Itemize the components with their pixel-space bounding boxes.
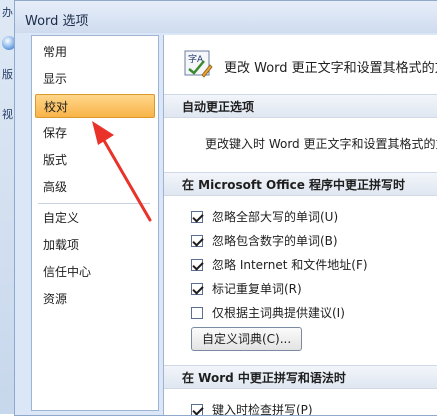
nav-item-trust-center[interactable]: 信任中心	[35, 260, 155, 284]
option-label: 键入时检查拼写(P)	[212, 403, 313, 415]
nav-item-resources[interactable]: 资源	[35, 287, 155, 311]
option-label: 忽略 Internet 和文件地址(F)	[212, 258, 368, 272]
panel-description: 更改 Word 更正文字和设置其格式的方	[224, 61, 437, 76]
option-main-dictionary-only[interactable]: 仅根据主词典提供建议(I)	[191, 304, 345, 322]
option-label: 忽略包含数字的单词(B)	[212, 234, 338, 248]
option-check-as-you-type[interactable]: 键入时检查拼写(P)	[191, 401, 313, 415]
background-text: 视	[2, 108, 13, 121]
background-text: 办	[2, 6, 13, 19]
custom-dictionaries-button[interactable]: 自定义词典(C)...	[191, 327, 303, 351]
checkbox[interactable]	[191, 404, 203, 415]
checkbox[interactable]	[191, 211, 203, 223]
option-ignore-numbers[interactable]: 忽略包含数字的单词(B)	[191, 232, 338, 250]
annotation-arrow-icon	[92, 121, 152, 222]
nav-item-addins[interactable]: 加载项	[35, 233, 155, 257]
nav-item-display[interactable]: 显示	[35, 67, 155, 91]
title-bar: Word 选项	[15, 1, 437, 33]
autocorrect-description: 更改键入时 Word 更正文字和设置其格式的方	[205, 137, 437, 151]
checkbox[interactable]	[191, 235, 203, 247]
section-office-spelling: 在 Microsoft Office 程序中更正拼写时	[164, 172, 437, 196]
option-ignore-uppercase[interactable]: 忽略全部大写的单词(U)	[191, 208, 338, 226]
proofing-panel: 字A 更改 Word 更正文字和设置其格式的方 自动更正选项 更改键入时 Wor…	[163, 35, 437, 415]
option-label: 仅根据主词典提供建议(I)	[212, 306, 345, 320]
section-autocorrect: 自动更正选项	[164, 94, 437, 118]
option-label: 标记重复单词(R)	[212, 282, 302, 296]
checkbox[interactable]	[191, 283, 203, 295]
option-ignore-internet[interactable]: 忽略 Internet 和文件地址(F)	[191, 256, 368, 274]
word-options-dialog: Word 选项 常用 显示 校对 保存 版式 高级 自定义 加载项 信任中心 资…	[14, 0, 437, 416]
section-word-spelling: 在 Word 中更正拼写和语法时	[164, 365, 437, 389]
proofing-abc-icon: 字A	[184, 50, 213, 78]
option-flag-repeated[interactable]: 标记重复单词(R)	[191, 280, 302, 298]
background-text: 版	[2, 68, 13, 81]
checkbox[interactable]	[191, 259, 203, 271]
dialog-title: Word 选项	[25, 14, 89, 29]
nav-item-common[interactable]: 常用	[35, 40, 155, 64]
checkbox[interactable]	[191, 307, 203, 319]
option-label: 忽略全部大写的单词(U)	[212, 210, 339, 224]
